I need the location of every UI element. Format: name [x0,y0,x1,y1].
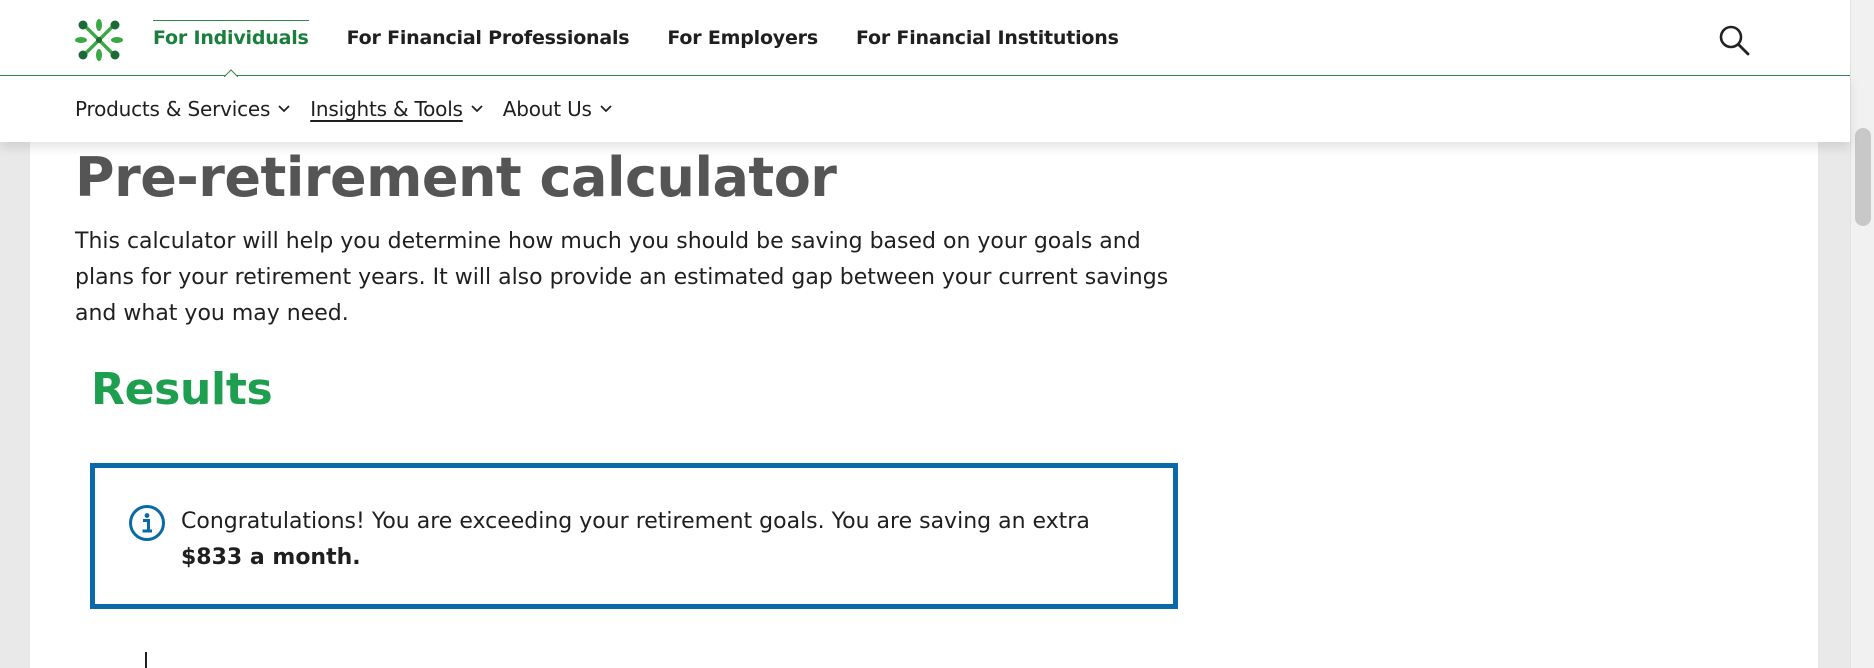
tab-label: For Financial Institutions [855,27,1119,49]
chevron-down-icon [600,105,612,113]
subnav-label: Insights & Tools [310,97,463,121]
tab-for-employers[interactable]: For Employers [667,0,818,76]
scrollbar-thumb[interactable] [1855,128,1871,226]
audience-tabs: For Individuals For Financial Profession… [153,0,1157,77]
notice-amount: $833 a month. [181,545,361,570]
tab-label: For Individuals [153,27,309,49]
active-tab-caret-icon [223,69,238,77]
chevron-down-icon [471,105,483,113]
subnav-label: Products & Services [75,97,271,121]
search-icon[interactable] [1718,24,1750,56]
results-heading: Results [91,364,273,415]
tab-label: For Employers [667,27,818,49]
subnav-insights-tools[interactable]: Insights & Tools [310,97,483,121]
tab-for-financial-institutions[interactable]: For Financial Institutions [856,0,1119,76]
subnav-about-us[interactable]: About Us [503,97,612,121]
notice-text: Congratulations! You are exceeding your … [181,509,1090,534]
subnav-label: About Us [502,97,592,121]
subnav-products-services[interactable]: Products & Services [75,97,290,121]
tab-for-individuals[interactable]: For Individuals [153,0,309,77]
page-title: Pre-retirement calculator [75,146,837,209]
logo-icon[interactable] [74,16,124,64]
sub-nav: Products & Services Insights & Tools Abo… [0,76,1850,142]
results-notice: Congratulations! You are exceeding your … [90,463,1178,609]
page-scrollbar[interactable] [1850,0,1874,668]
chevron-down-icon [278,105,290,113]
text-cursor [145,652,147,668]
notice-message: Congratulations! You are exceeding your … [181,504,1141,576]
intro-paragraph: This calculator will help you determine … [75,229,1169,326]
tab-for-financial-professionals[interactable]: For Financial Professionals [347,0,630,76]
tab-label: For Financial Professionals [346,27,630,49]
info-icon [129,505,165,541]
top-nav: For Individuals For Financial Profession… [0,0,1850,77]
